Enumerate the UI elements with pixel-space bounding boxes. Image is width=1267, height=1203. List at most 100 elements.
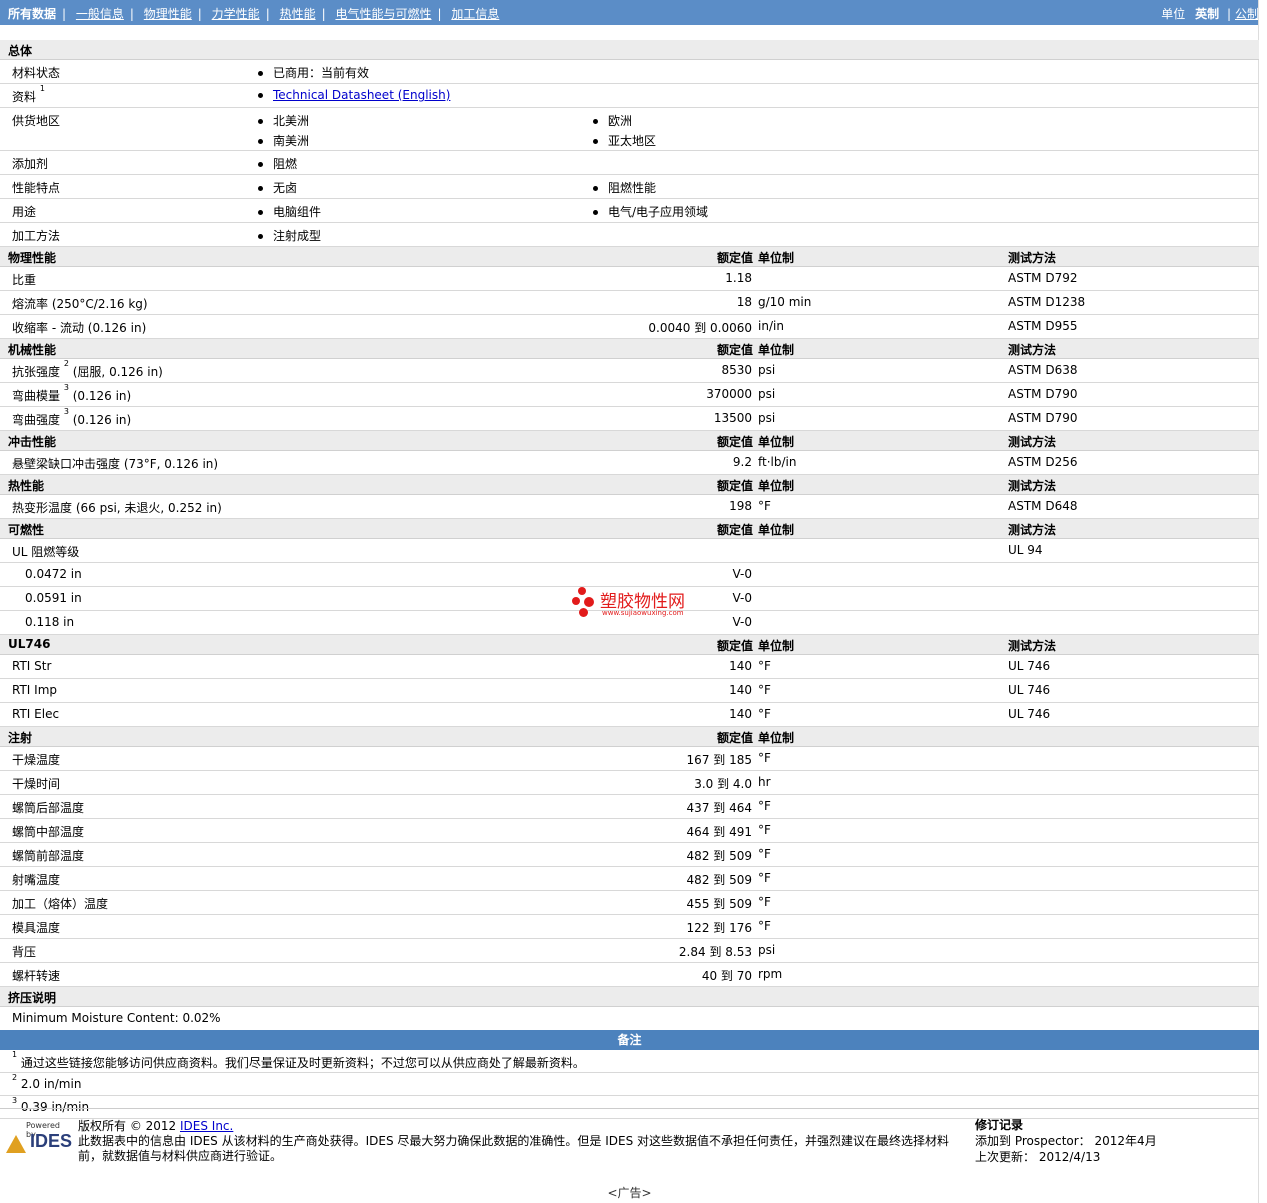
property-row: 螺筒后部温度 437 到 464 °F	[0, 795, 1259, 819]
property-label: 熔流率 (250°C/2.16 kg)	[12, 297, 148, 311]
nav-physical[interactable]: 物理性能	[144, 7, 192, 21]
datasheet-table: 总体 材料状态 已商用：当前有效 资料 1 Technical Datashee…	[0, 40, 1259, 1119]
row-uses: 用途 电脑组件 电气/电子应用领域	[0, 199, 1259, 223]
property-value: 18	[736, 295, 752, 309]
property-row: 加工（熔体）温度 455 到 509 °F	[0, 891, 1259, 915]
property-value: 140	[729, 707, 752, 721]
section-injection: 注射 额定值 单位制	[0, 727, 1259, 747]
section-title: 可燃性	[8, 523, 45, 537]
property-row: RTI Str 140 °F UL 746	[0, 655, 1259, 679]
col-header-unit: 单位制	[758, 731, 795, 745]
bullet-item: Technical Datasheet (English)	[258, 88, 450, 102]
property-unit: °F	[758, 919, 771, 933]
section-title: 机械性能	[8, 343, 57, 357]
row-label: 添加剂	[12, 157, 49, 171]
property-unit: °F	[758, 871, 771, 885]
section-flammability: 可燃性 额定值 单位制 测试方法	[0, 519, 1259, 539]
bullet-item: 注射成型	[258, 227, 321, 244]
property-value: 13500	[713, 411, 752, 425]
property-label: 螺筒中部温度	[12, 825, 85, 839]
property-label: 0.118 in	[25, 615, 75, 629]
section-title: 冲击性能	[8, 435, 57, 449]
section-extrusion: 挤压说明	[0, 987, 1259, 1007]
nav-all-data[interactable]: 所有数据	[8, 7, 56, 21]
row-label: 材料状态	[12, 66, 61, 80]
nav-general[interactable]: 一般信息	[76, 7, 124, 21]
bullet-item: 已商用：当前有效	[258, 64, 369, 81]
col-header-value: 额定值	[716, 479, 753, 493]
property-value: V-0	[732, 567, 752, 581]
datasheet-link[interactable]: Technical Datasheet (English)	[273, 88, 450, 102]
col-header-value: 额定值	[716, 435, 753, 449]
property-unit: °F	[758, 683, 771, 697]
footnote: 2 2.0 in/min	[0, 1073, 1259, 1096]
note-text: Minimum Moisture Content: 0.02%	[12, 1011, 221, 1025]
property-value: 122 到 176	[686, 921, 752, 935]
nav-mechanical[interactable]: 力学性能	[212, 7, 260, 21]
col-header-test: 测试方法	[1008, 251, 1057, 265]
property-label: 悬壁梁缺口冲击强度 (73°F, 0.126 in)	[12, 457, 219, 471]
property-value: 198	[729, 499, 752, 513]
property-label: 螺筒后部温度	[12, 801, 85, 815]
col-header-test: 测试方法	[1008, 435, 1057, 449]
property-label: 模具温度	[12, 921, 61, 935]
test-method: ASTM D648	[1008, 499, 1078, 513]
section-nav: 所有数据 | 一般信息 | 物理性能 | 力学性能 | 热性能 | 电气性能与可燃性 | 加…	[8, 7, 500, 21]
property-unit: ft·lb/in	[758, 455, 797, 469]
property-label: 0.0472 in	[25, 567, 82, 581]
row-label: 用途	[12, 205, 37, 219]
row-label: 供货地区	[12, 114, 61, 128]
property-label: 弯曲模量 3 (0.126 in)	[12, 383, 132, 403]
property-label: 螺杆转速	[12, 969, 61, 983]
col-header-value: 额定值	[716, 731, 753, 745]
property-unit: °F	[758, 847, 771, 861]
col-header-unit: 单位制	[758, 479, 795, 493]
footnote-text: 1 通过这些链接您能够访问供应商资料。我们尽量保证及时更新资料；不过您可以从供应…	[12, 1050, 585, 1070]
nav-processing[interactable]: 加工信息	[451, 7, 499, 21]
property-unit: °F	[758, 707, 771, 721]
property-row: 螺筒中部温度 464 到 491 °F	[0, 819, 1259, 843]
bullet-item: 欧洲	[593, 112, 632, 129]
property-row: 螺筒前部温度 482 到 509 °F	[0, 843, 1259, 867]
nav-thermal[interactable]: 热性能	[280, 7, 316, 21]
property-value: 482 到 509	[686, 873, 752, 887]
property-row: 收缩率 - 流动 (0.126 in) 0.0040 到 0.0060 in/i…	[0, 315, 1259, 339]
test-method: ASTM D790	[1008, 411, 1078, 425]
property-value: 482 到 509	[686, 849, 752, 863]
revision-history: 修订记录 添加到 Prospector： 2012年4月 上次更新： 2012/…	[975, 1118, 1157, 1164]
property-row: 热变形温度 (66 psi, 未退火, 0.252 in) 198 °F AST…	[0, 495, 1259, 519]
property-label: 射嘴温度	[12, 873, 61, 887]
property-unit: in/in	[758, 319, 784, 333]
property-label: 螺筒前部温度	[12, 849, 85, 863]
property-value: 370000	[706, 387, 752, 401]
company-link[interactable]: IDES Inc.	[180, 1119, 233, 1133]
property-label: 干燥时间	[12, 777, 61, 791]
section-title: 挤压说明	[8, 991, 57, 1005]
section-mechanical: 机械性能 额定值 单位制 测试方法	[0, 339, 1259, 359]
col-header-value: 额定值	[716, 251, 753, 265]
property-row: 熔流率 (250°C/2.16 kg) 18 g/10 min ASTM D12…	[0, 291, 1259, 315]
section-title: UL746	[8, 637, 51, 651]
unit-imperial[interactable]: 英制	[1195, 7, 1219, 21]
top-nav-bar: 所有数据 | 一般信息 | 物理性能 | 力学性能 | 热性能 | 电气性能与可燃性 | 加…	[0, 0, 1259, 25]
property-unit: g/10 min	[758, 295, 812, 309]
watermark-logo: 塑胶物性网 www.sujiaowuxing.com	[572, 585, 712, 619]
nav-electrical[interactable]: 电气性能与可燃性	[335, 7, 431, 21]
property-unit: psi	[758, 363, 776, 377]
property-label: 弯曲强度 3 (0.126 in)	[12, 407, 132, 427]
col-header-test: 测试方法	[1008, 479, 1057, 493]
property-value: 167 到 185	[686, 753, 752, 767]
property-value: 1.18	[725, 271, 752, 285]
property-row: 弯曲模量 3 (0.126 in) 370000 psi ASTM D790	[0, 383, 1259, 407]
row-source: 资料 1 Technical Datasheet (English)	[0, 84, 1259, 108]
footer-disclaimer: 版权所有 © 2012 IDES Inc. 此数据表中的信息由 IDES 从该材…	[78, 1119, 950, 1163]
unit-metric[interactable]: 公制	[1235, 7, 1259, 21]
scrollbar[interactable]	[1258, 0, 1267, 1203]
row-region: 供货地区 北美洲 欧洲 南美洲 亚太地区	[0, 108, 1259, 151]
col-header-unit: 单位制	[758, 435, 795, 449]
extrusion-note: Minimum Moisture Content: 0.02%	[0, 1007, 1259, 1030]
property-unit: °F	[758, 499, 771, 513]
property-row: 射嘴温度 482 到 509 °F	[0, 867, 1259, 891]
property-label: 热变形温度 (66 psi, 未退火, 0.252 in)	[12, 501, 222, 515]
section-thermal: 热性能 额定值 单位制 测试方法	[0, 475, 1259, 495]
